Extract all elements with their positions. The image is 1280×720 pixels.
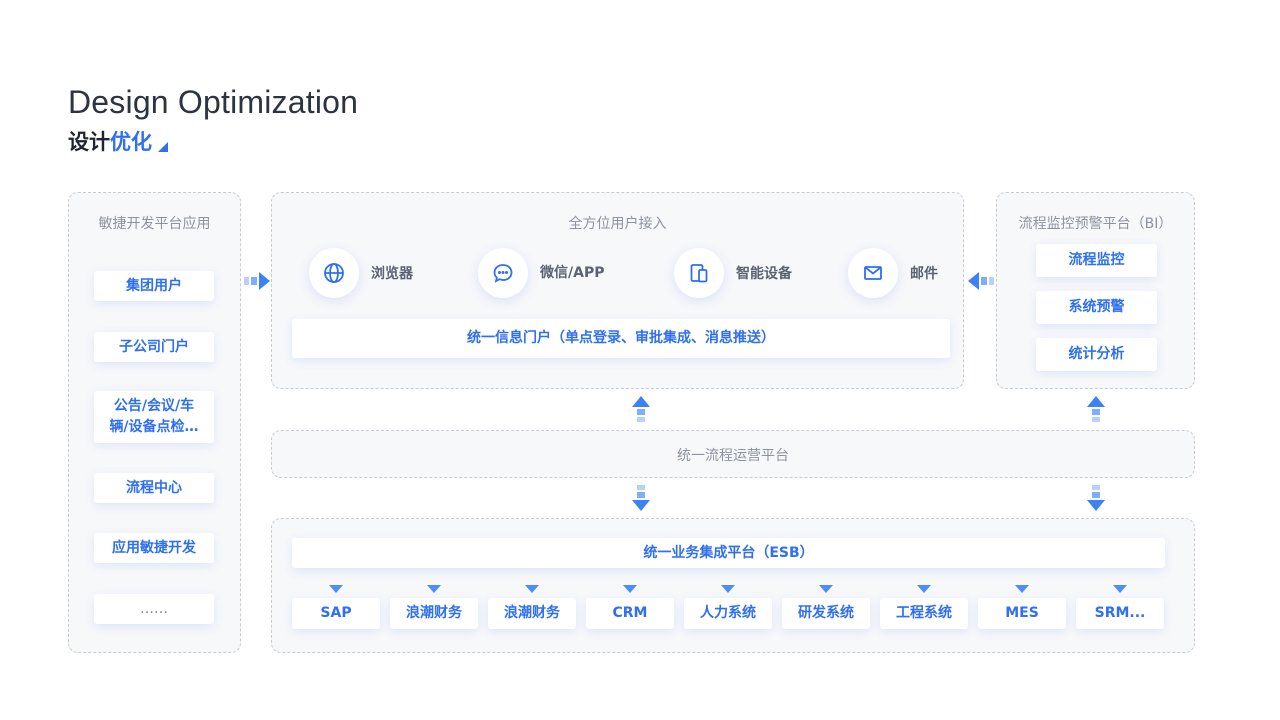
agile-dev-panel-title: 敏捷开发平台应用 [98,216,211,232]
system-inspur-finance[interactable]: 浪潮财务 [390,598,478,629]
left-item-agile-dev[interactable]: 应用敏捷开发 [94,533,214,563]
channel-label: 浏览器 [371,266,413,282]
unified-portal-bar[interactable]: 统一信息门户（单点登录、审批集成、消息推送） [292,319,950,358]
bi-item-statistics[interactable]: 统计分析 [1036,338,1157,371]
bi-panel-title: 流程监控预警平台（BI） [1018,216,1173,232]
agile-dev-panel: 敏捷开发平台应用 集团用户 子公司门户 公告/会议/车辆/设备点检… 流程中心 … [68,192,241,653]
system-engineering[interactable]: 工程系统 [880,598,968,629]
globe-icon [309,248,359,298]
channel-label: 智能设备 [736,266,792,282]
arrow-down-icon [623,585,637,593]
arrow-down-icon [819,585,833,593]
bi-item-process-monitor[interactable]: 流程监控 [1036,244,1157,277]
left-item-subsidiary-portal[interactable]: 子公司门户 [94,332,214,362]
channel-browser[interactable]: 浏览器 [309,248,413,298]
arrow-down-icon [329,585,343,593]
left-item-announcements[interactable]: 公告/会议/车辆/设备点检… [94,391,214,443]
user-access-panel: 全方位用户接入 浏览器 微信/APP 智能设备 邮件 统一信息门户（单点登录、审… [271,192,964,389]
arrow-down-icon [917,585,931,593]
arrow-down-icon [632,485,650,511]
arrow-down-icon [427,585,441,593]
system-mes[interactable]: MES [978,598,1066,629]
arrow-down-icon [721,585,735,593]
channel-wechat-app[interactable]: 微信/APP [478,248,604,298]
bi-panel: 流程监控预警平台（BI） 流程监控 系统预警 统计分析 [996,192,1195,389]
mail-icon [848,248,898,298]
corner-triangle-icon [158,142,168,152]
esb-platform-bar[interactable]: 统一业务集成平台（ESB） [292,538,1165,568]
arrow-left-icon [968,272,994,290]
system-sap[interactable]: SAP [292,598,380,629]
left-item-group-users[interactable]: 集团用户 [94,271,214,301]
page-title-cn: 设计 优化 [68,126,168,156]
user-access-panel-title: 全方位用户接入 [568,216,667,232]
arrow-right-icon [244,272,270,290]
title-cn-accent: 优化 [110,130,152,154]
esb-panel: 统一业务集成平台（ESB） SAP 浪潮财务 浪潮财务 CRM 人力系统 研发系… [271,518,1195,653]
arrow-up-icon [1087,396,1105,422]
page-title-en: Design Optimization [68,84,359,120]
channel-label: 邮件 [910,266,938,282]
process-platform-title: 统一流程运营平台 [677,448,789,464]
system-srm[interactable]: SRM... [1076,598,1164,629]
system-crm[interactable]: CRM [586,598,674,629]
arrow-up-icon [632,396,650,422]
channel-mail[interactable]: 邮件 [848,248,938,298]
arrow-down-icon [1113,585,1127,593]
channel-label: 微信/APP [540,264,605,281]
bi-item-system-warning[interactable]: 系统预警 [1036,291,1157,324]
channel-smart-device[interactable]: 智能设备 [674,248,792,298]
arrow-down-icon [525,585,539,593]
arrow-down-icon [1015,585,1029,593]
system-inspur-finance-2[interactable]: 浪潮财务 [488,598,576,629]
system-hr[interactable]: 人力系统 [684,598,772,629]
process-platform-bar[interactable]: 统一流程运营平台 [271,430,1195,478]
title-cn-prefix: 设计 [68,130,110,154]
chat-icon [478,248,528,298]
device-icon [674,248,724,298]
left-item-process-center[interactable]: 流程中心 [94,473,214,503]
arrow-down-icon [1087,485,1105,511]
system-rnd[interactable]: 研发系统 [782,598,870,629]
left-item-more[interactable]: …… [94,594,214,624]
